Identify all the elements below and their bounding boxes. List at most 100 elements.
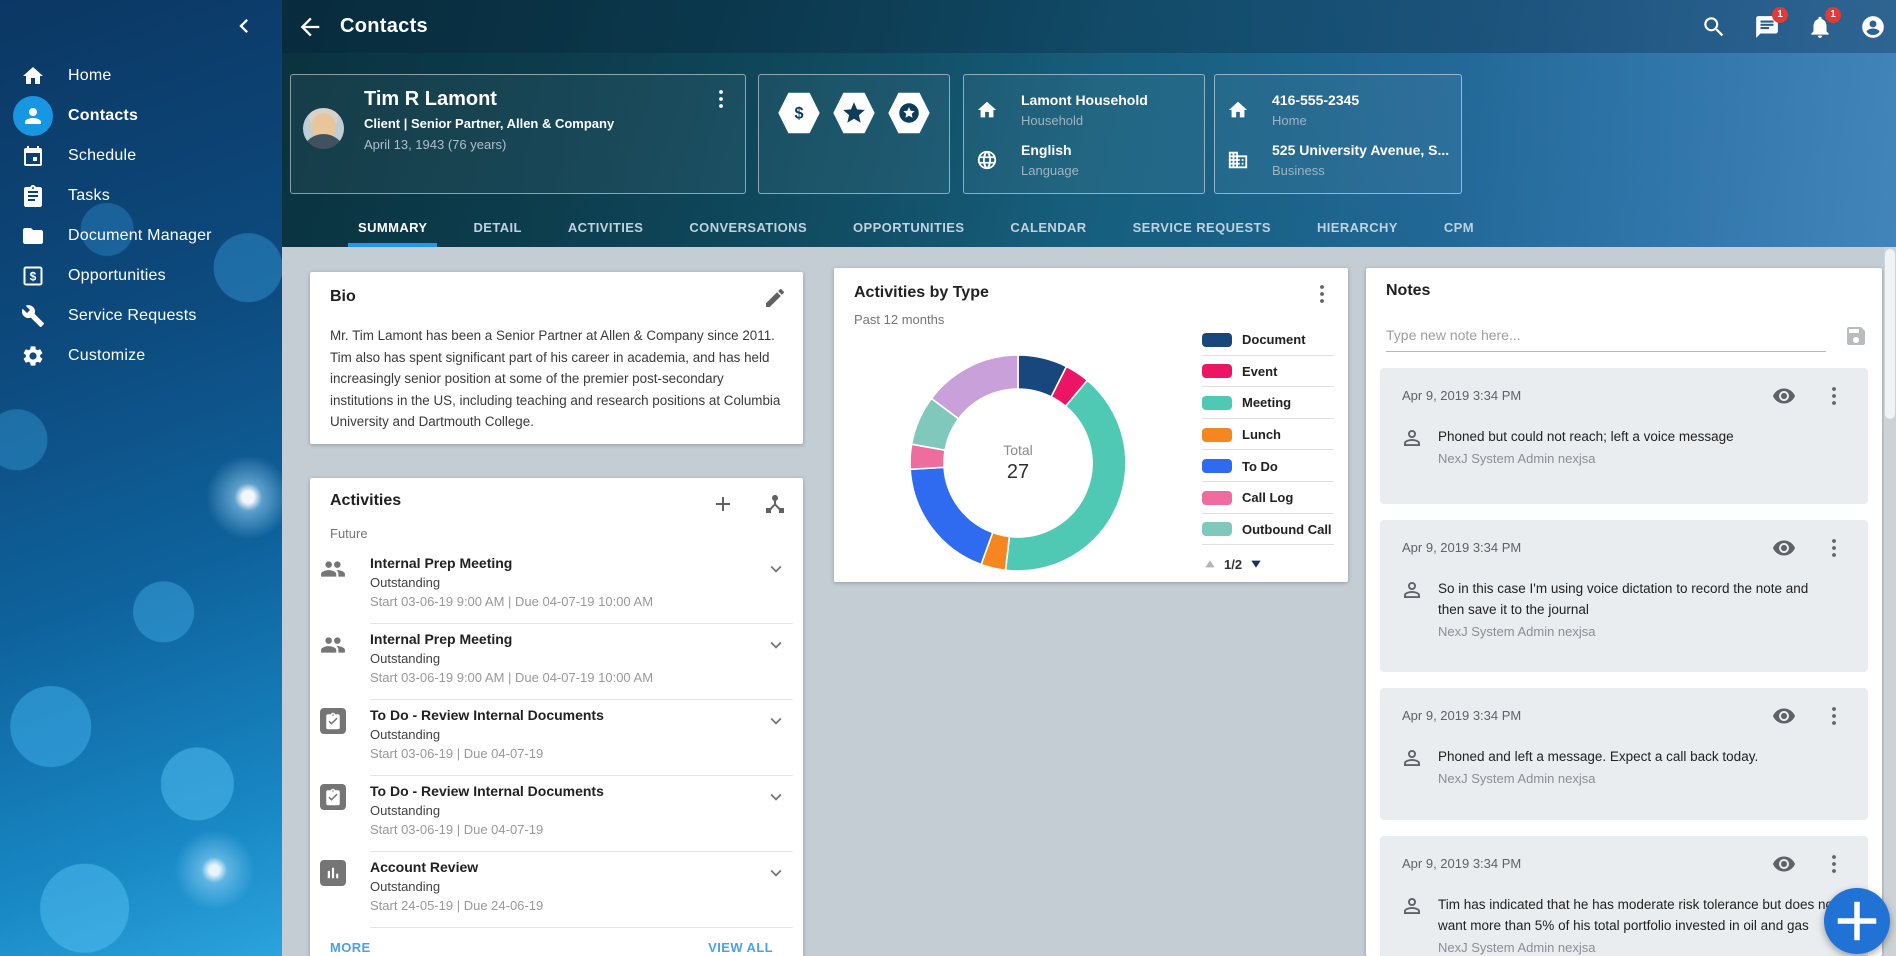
sidebar-item-contacts[interactable]: Contacts [0, 96, 282, 136]
star-circle-hexagon-badge [886, 91, 932, 135]
activity-status: Outstanding [370, 879, 440, 894]
activity-status: Outstanding [370, 727, 440, 742]
tab-service-requests[interactable]: SERVICE REQUESTS [1129, 207, 1275, 247]
sidebar-item-home[interactable]: Home [0, 56, 282, 96]
search-button[interactable] [1701, 14, 1727, 40]
home-icon [1227, 99, 1253, 137]
activity-hierarchy-button[interactable] [763, 492, 787, 516]
tab-detail[interactable]: DETAIL [469, 207, 525, 247]
note-text: Tim has indicated that he has moderate r… [1438, 894, 1838, 956]
sidebar-item-document-manager[interactable]: Document Manager [0, 216, 282, 256]
sidebar-item-schedule[interactable]: Schedule [0, 136, 282, 176]
activity-title: To Do - Review Internal Documents [370, 783, 604, 799]
activity-dates: Start 24-05-19 | Due 24-06-19 [370, 898, 543, 913]
save-icon [1844, 324, 1868, 348]
add-activity-button[interactable] [711, 492, 735, 516]
arrow-left-icon [296, 13, 324, 41]
scrollbar-thumb[interactable] [1885, 249, 1895, 419]
expand-activity-button[interactable] [765, 786, 789, 810]
account-button[interactable] [1860, 14, 1886, 40]
note-menu-button[interactable] [1822, 536, 1846, 560]
tab-hierarchy[interactable]: HIERARCHY [1313, 207, 1402, 247]
chart-menu-button[interactable] [1310, 282, 1334, 306]
legend-item: Outbound Call [1202, 514, 1334, 546]
sidebar: Home ContactsSchedule Tasks Document Manage… [0, 0, 282, 956]
activity-list-item[interactable]: Internal Prep MeetingOutstandingStart 03… [310, 624, 803, 700]
activity-title: Internal Prep Meeting [370, 631, 512, 647]
info-value: Lamont Household [1021, 92, 1148, 108]
tab-calendar[interactable]: CALENDAR [1006, 207, 1090, 247]
note-menu-button[interactable] [1822, 852, 1846, 876]
sidebar-item-label: Tasks [68, 187, 110, 205]
sidebar-collapse-button[interactable] [230, 12, 258, 40]
sidebar-item-label: Home [68, 67, 111, 85]
note-timestamp: Apr 9, 2019 3:34 PM [1402, 540, 1521, 555]
activity-list-item[interactable]: Account ReviewOutstandingStart 24-05-19 … [310, 852, 803, 928]
tab-summary[interactable]: SUMMARY [354, 207, 431, 247]
divider [1202, 544, 1334, 545]
sidebar-item-service-requests[interactable]: Service Requests [0, 296, 282, 336]
notifications-button[interactable]: 1 [1807, 14, 1833, 40]
star-icon [841, 100, 867, 126]
info-text: 525 University Avenue, S...Business [1272, 139, 1449, 187]
tab-activities[interactable]: ACTIVITIES [564, 207, 648, 247]
home-icon [13, 56, 53, 96]
legend-label: Outbound Call [1242, 522, 1332, 537]
note-menu-button[interactable] [1822, 384, 1846, 408]
activity-list-item[interactable]: Internal Prep MeetingOutstandingStart 03… [310, 548, 803, 624]
legend-pager: 1/2 [1202, 556, 1264, 572]
hierarchy-icon [763, 492, 787, 516]
note-visibility-button[interactable] [1772, 536, 1796, 560]
more-button[interactable]: MORE [330, 940, 371, 955]
tab-conversations[interactable]: CONVERSATIONS [685, 207, 811, 247]
legend-label: To Do [1242, 459, 1278, 474]
kebab-icon [1822, 852, 1846, 876]
household-info-rows: Lamont HouseholdHouseholdEnglishLanguage [964, 75, 1204, 193]
chevron-down-icon [765, 558, 787, 580]
legend-page-down-button[interactable] [1248, 556, 1264, 572]
new-note-input[interactable] [1386, 323, 1826, 352]
sidebar-item-opportunities[interactable]: $Opportunities [0, 256, 282, 296]
eye-icon [1772, 852, 1796, 876]
back-button[interactable] [296, 13, 324, 41]
view-all-button[interactable]: VIEW ALL [708, 940, 773, 955]
tab-opportunities[interactable]: OPPORTUNITIES [849, 207, 968, 247]
chart-icon [320, 860, 346, 886]
gear-icon [13, 336, 53, 376]
note-visibility-button[interactable] [1772, 704, 1796, 728]
note-author: NexJ System Admin nexjsa [1438, 768, 1838, 789]
expand-activity-button[interactable] [765, 558, 789, 582]
account-circle-icon [1860, 14, 1886, 40]
messages-button[interactable]: 1 [1754, 14, 1780, 40]
main-area: Contacts 1 1 Tim R Lamont [282, 0, 1896, 956]
legend-item: Document [1202, 324, 1334, 356]
expand-activity-button[interactable] [765, 710, 789, 734]
plus-icon [1824, 888, 1890, 954]
expand-activity-button[interactable] [765, 862, 789, 886]
vertical-scrollbar [1884, 247, 1896, 956]
note-menu-button[interactable] [1822, 704, 1846, 728]
contact-name: Tim R Lamont [364, 88, 497, 111]
sidebar-item-tasks[interactable]: Tasks [0, 176, 282, 216]
save-note-button[interactable] [1844, 324, 1868, 348]
expand-activity-button[interactable] [765, 634, 789, 658]
contact-menu-button[interactable] [709, 87, 733, 111]
donut-segment [1006, 380, 1126, 571]
kebab-icon [1822, 536, 1846, 560]
chevron-down-icon [765, 786, 787, 808]
sidebar-item-customize[interactable]: Customize [0, 336, 282, 376]
info-row: Lamont HouseholdHousehold [976, 89, 1198, 137]
activities-footer: MORE VIEW ALL [310, 928, 803, 956]
activity-list-item[interactable]: To Do - Review Internal DocumentsOutstan… [310, 776, 803, 852]
note-visibility-button[interactable] [1772, 852, 1796, 876]
chart-title: Activities by Type [854, 284, 989, 302]
svg-text:$: $ [30, 270, 37, 284]
note-visibility-button[interactable] [1772, 384, 1796, 408]
add-fab-button[interactable] [1824, 888, 1890, 954]
kebab-icon [1822, 384, 1846, 408]
info-value: 525 University Avenue, S... [1272, 142, 1449, 158]
legend-page-up-button[interactable] [1202, 556, 1218, 572]
activity-list-item[interactable]: To Do - Review Internal DocumentsOutstan… [310, 700, 803, 776]
tab-cpm[interactable]: CPM [1440, 207, 1478, 247]
bio-edit-button[interactable] [763, 286, 787, 310]
